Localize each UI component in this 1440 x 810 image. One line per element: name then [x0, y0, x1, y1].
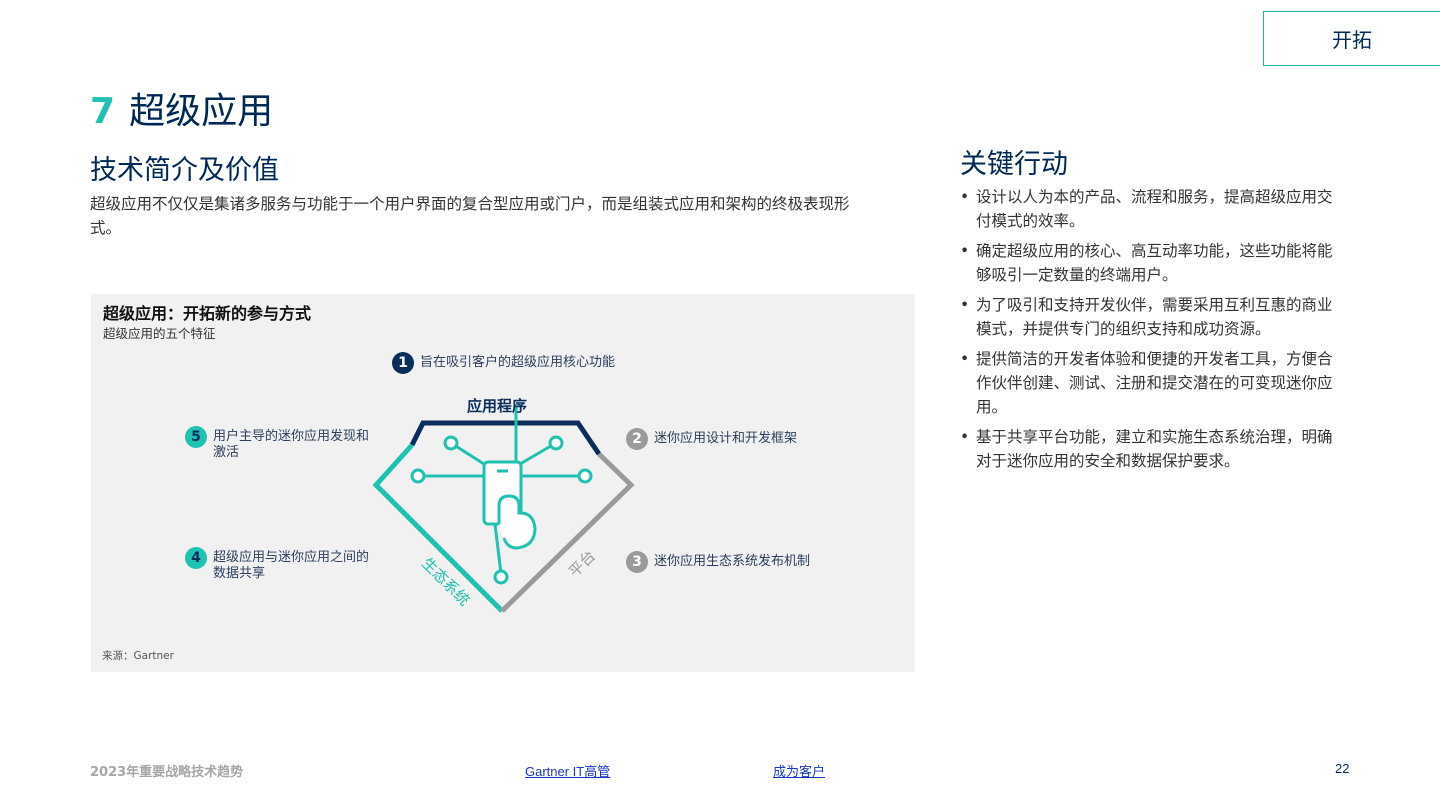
- feature-1-text: 旨在吸引客户的超级应用核心功能: [420, 355, 616, 370]
- figure-panel: 超级应用：开拓新的参与方式 超级应用的五个特征 应用程序 生态系统 平台 1 旨…: [91, 294, 915, 672]
- bullet: •: [960, 428, 970, 446]
- bullet: •: [960, 188, 970, 206]
- action-text: 基于共享平台功能，建立和实施生态系统治理，明确对于迷你应用的安全和数据保护要求。: [976, 428, 1333, 470]
- feature-3-badge: 3: [626, 551, 648, 573]
- key-actions-list: • 设计以人为本的产品、流程和服务，提高超级应用交付模式的效率。 • 确定超级应用的…: [960, 185, 1345, 479]
- page-number: 22: [1335, 761, 1350, 776]
- page-title: 7 超级应用: [90, 82, 273, 134]
- key-actions-heading: 关键行动: [960, 149, 1068, 180]
- label-platform: 平台: [565, 547, 599, 581]
- trend-title: 超级应用: [129, 91, 274, 132]
- label-ecosystem: 生态系统: [418, 554, 473, 609]
- feature-4-text: 超级应用与迷你应用之间的数据共享: [213, 550, 370, 581]
- action-item: • 提供简洁的开发者体验和便捷的开发者工具，方便合作伙伴创建、测试、注册和提交潜在…: [960, 347, 1345, 419]
- overview-text: 超级应用不仅仅是集诸多服务与功能于一个用户界面的复合型应用或门户，而是组装式应用…: [90, 195, 850, 237]
- action-item: • 基于共享平台功能，建立和实施生态系统治理，明确对于迷你应用的安全和数据保护要求…: [960, 425, 1345, 473]
- bullet: •: [960, 350, 970, 368]
- action-text: 提供简洁的开发者体验和便捷的开发者工具，方便合作伙伴创建、测试、注册和提交潜在的…: [976, 350, 1333, 416]
- action-item: • 为了吸引和支持开发伙伴，需要采用互利互惠的商业模式，并提供专门的组织支持和成功…: [960, 293, 1345, 341]
- action-text: 设计以人为本的产品、流程和服务，提高超级应用交付模式的效率。: [976, 188, 1333, 230]
- feature-3-text: 迷你应用生态系统发布机制: [654, 554, 811, 569]
- footer-link-gartner-it[interactable]: Gartner IT高管: [525, 761, 610, 780]
- footer-doc-title: 2023年重要战略技术趋势: [90, 765, 244, 780]
- label-apps: 应用程序: [467, 397, 527, 415]
- diamond-top-edge: [409, 420, 602, 456]
- figure-source: 来源：Gartner: [102, 650, 174, 662]
- feature-1: 1 旨在吸引客户的超级应用核心功能: [392, 352, 616, 374]
- feature-5: 5 用户主导的迷你应用发现和激活: [185, 426, 375, 461]
- feature-2-badge: 2: [626, 428, 648, 450]
- feature-5-text: 用户主导的迷你应用发现和激活: [213, 429, 370, 460]
- bullet: •: [960, 296, 970, 314]
- network-icon: [410, 404, 593, 585]
- action-item: • 设计以人为本的产品、流程和服务，提高超级应用交付模式的效率。: [960, 185, 1345, 233]
- feature-2: 2 迷你应用设计和开发框架: [626, 428, 798, 450]
- overview-heading: 技术简介及价值: [90, 155, 279, 186]
- trend-number: 7: [90, 91, 116, 132]
- action-text: 确定超级应用的核心、高互动率功能，这些功能将能够吸引一定数量的终端用户。: [976, 242, 1333, 284]
- feature-3: 3 迷你应用生态系统发布机制: [626, 551, 811, 573]
- bullet: •: [960, 242, 970, 260]
- feature-2-text: 迷你应用设计和开发框架: [654, 431, 798, 446]
- super-app-diagram: 应用程序 生态系统 平台: [372, 397, 635, 613]
- feature-4-badge: 4: [185, 547, 207, 569]
- feature-5-badge: 5: [185, 426, 207, 448]
- action-text: 为了吸引和支持开发伙伴，需要采用互利互惠的商业模式，并提供专门的组织支持和成功资…: [976, 296, 1333, 338]
- feature-4: 4 超级应用与迷你应用之间的数据共享: [185, 547, 375, 582]
- feature-1-badge: 1: [392, 352, 414, 374]
- action-item: • 确定超级应用的核心、高互动率功能，这些功能将能够吸引一定数量的终端用户。: [960, 239, 1345, 287]
- footer-link-become-client[interactable]: 成为客户: [773, 761, 825, 780]
- section-tab[interactable]: 开拓: [1263, 11, 1440, 66]
